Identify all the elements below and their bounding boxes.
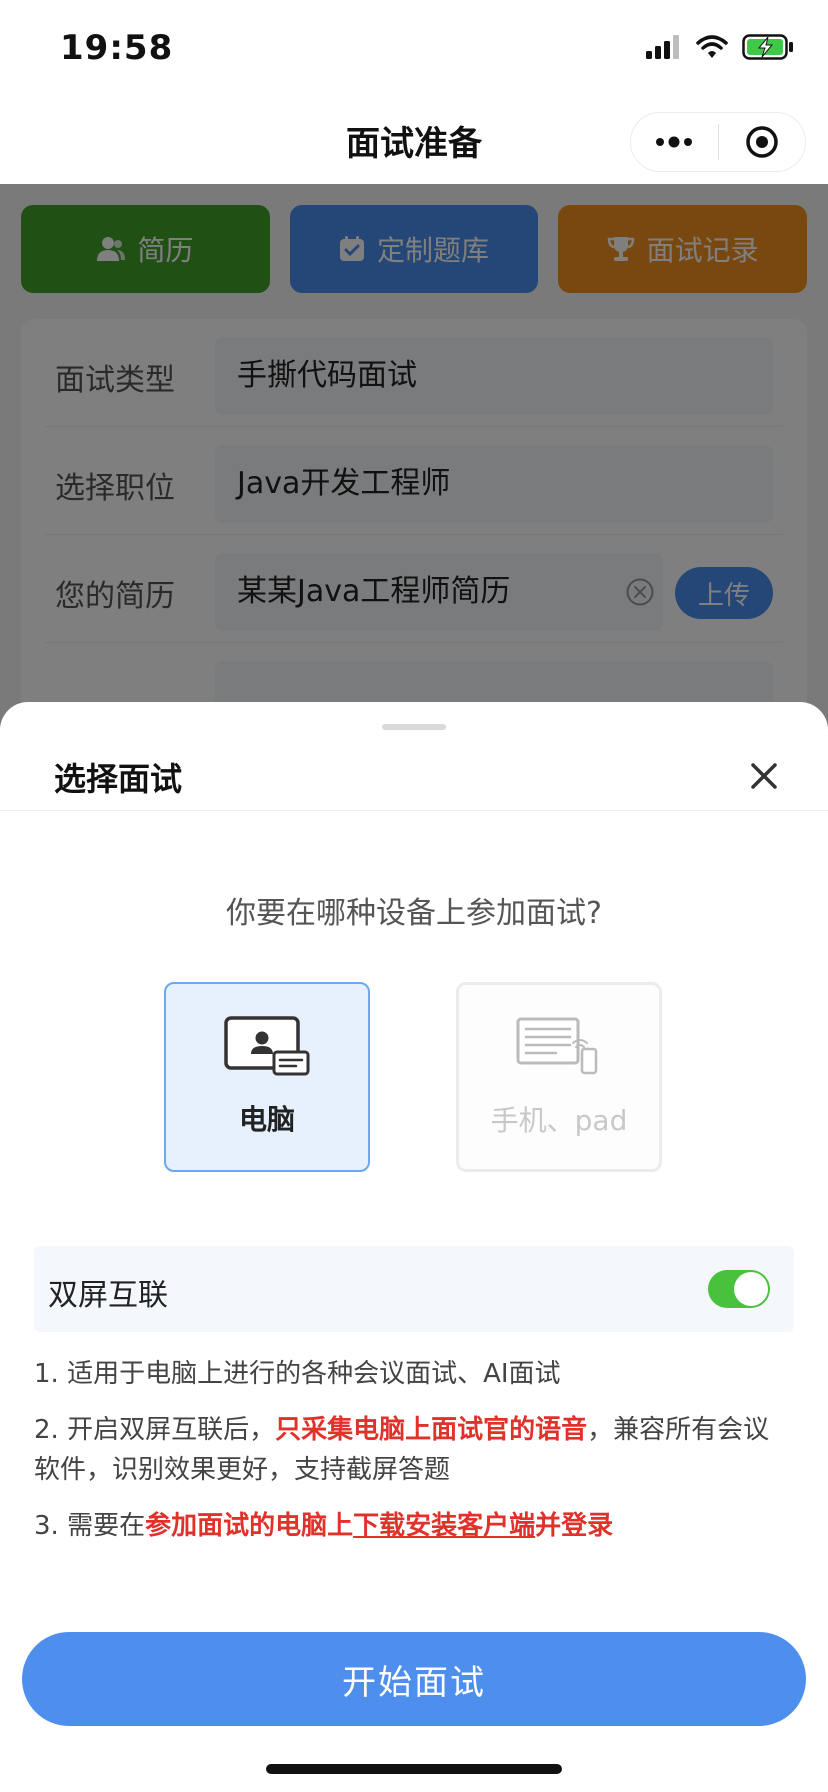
dual-screen-label: 双屏互联 [48,1278,168,1313]
instruction-3-highlight-a: 参加面试的电脑上 [145,1511,354,1541]
instruction-2-text-a: 2. 开启双屏互联后， [34,1415,276,1445]
download-client-link[interactable]: 下载安装客户端 [353,1511,535,1541]
close-icon [751,763,777,789]
instruction-3-highlight-d: 并登录 [535,1511,614,1541]
battery-charging-icon [742,34,793,60]
toggle-knob [734,1272,768,1306]
more-icon [656,136,693,148]
start-interview-button[interactable]: 开始面试 [22,1632,806,1726]
more-button[interactable] [631,113,718,171]
home-indicator [266,1764,562,1774]
instruction-2: 2. 开启双屏互联后，只采集电脑上面试官的语音，兼容所有会议软件，识别效果更好，… [34,1410,794,1490]
screen: 19:58 面试准备 选择面试 你要在哪种设备上参加面试? 电脑 手机、pad … [0,0,828,1792]
tablet-icon [516,1017,598,1075]
sheet-grabber[interactable] [382,724,446,730]
instruction-1: 1. 适用于电脑上进行的各种会议面试、AI面试 [34,1354,794,1394]
target-icon [746,126,778,158]
device-question: 你要在哪种设备上参加面试? [226,896,602,931]
select-interview-sheet: 选择面试 你要在哪种设备上参加面试? 电脑 手机、pad 双屏互联 1. 适用于… [0,702,828,1792]
status-time: 19:58 [60,28,174,68]
device-option-pc[interactable]: 电脑 [164,982,370,1172]
instruction-3-text-a: 3. 需要在 [34,1511,146,1541]
device-label-pc: 电脑 [238,1103,295,1136]
status-bar: 19:58 [0,0,828,96]
instruction-2-highlight: 只采集电脑上面试官的语音 [275,1415,588,1445]
device-label-mobile: 手机、pad [490,1104,628,1137]
device-option-mobile[interactable]: 手机、pad [456,982,662,1172]
close-button[interactable] [744,756,784,796]
sheet-title: 选择面试 [54,760,183,798]
close-miniprogram-button[interactable] [719,113,806,171]
instruction-1-text: 1. 适用于电脑上进行的各种会议面试、AI面试 [34,1359,561,1389]
status-icons [646,34,794,60]
sheet-divider [0,810,828,811]
wifi-icon [696,35,728,58]
instructions: 1. 适用于电脑上进行的各种会议面试、AI面试 2. 开启双屏互联后，只采集电脑… [34,1354,794,1562]
signal-icon [646,35,679,59]
nav-bar: 面试准备 [0,96,828,184]
computer-icon [224,1016,310,1076]
dual-screen-row: 双屏互联 [34,1246,794,1332]
miniprogram-capsule [630,112,806,172]
dual-screen-toggle[interactable] [708,1270,770,1308]
instruction-3: 3. 需要在参加面试的电脑上下载安装客户端并登录 [34,1506,794,1546]
